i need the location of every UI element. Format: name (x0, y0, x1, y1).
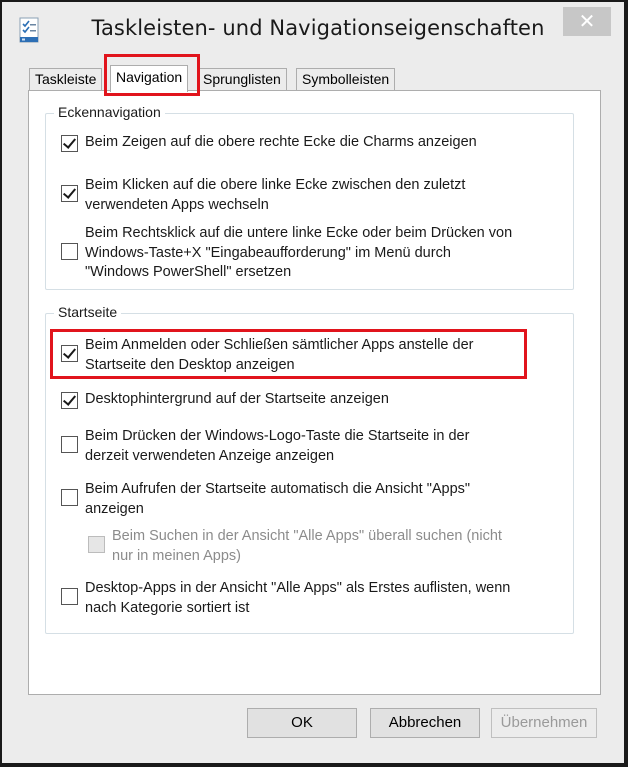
ok-button[interactable]: OK (247, 708, 357, 738)
checkbox-label: Beim Klicken auf die obere linke Ecke zw… (85, 177, 466, 213)
checkbox-row-desktop-background[interactable]: Desktophintergrund auf der Startseite an… (61, 390, 581, 414)
navigation-tab-panel: Eckennavigation Beim Zeigen auf die ober… (28, 90, 601, 695)
checkbox-row-search-everywhere: Beim Suchen in der Ansicht "Alle Apps" ü… (88, 527, 558, 569)
checkbox-desktop-background[interactable] (61, 392, 78, 409)
cancel-button[interactable]: Abbrechen (370, 708, 480, 738)
checkbox-label: Beim Rechtsklick auf die untere linke Ec… (85, 225, 513, 280)
checkbox-search-everywhere (88, 536, 105, 553)
checkbox-label: Beim Aufrufen der Startseite automatisch… (85, 481, 471, 517)
checkbox-row-desktop-apps-first[interactable]: Desktop-Apps in der Ansicht "Alle Apps" … (61, 579, 581, 621)
tab-highlight-annotation (104, 54, 200, 96)
checkbox-label: Desktop-Apps in der Ansicht "Alle Apps" … (85, 580, 511, 616)
close-icon: ✕ (578, 9, 596, 33)
window-title: Taskleisten- und Navigationseigenschafte… (91, 16, 545, 40)
title-bar[interactable]: Taskleisten- und Navigationseigenschafte… (2, 2, 624, 60)
checkbox-row-charms[interactable]: Beim Zeigen auf die obere rechte Ecke di… (61, 133, 581, 157)
tab-symbolleisten[interactable]: Symbolleisten (296, 68, 396, 91)
checkbox-row-powershell[interactable]: Beim Rechtsklick auf die untere linke Ec… (61, 224, 581, 284)
close-button[interactable]: ✕ (563, 7, 611, 36)
checkbox-apps-view[interactable] (61, 489, 78, 506)
group-title-startseite: Startseite (54, 304, 122, 320)
checkbox-row-apps-view[interactable]: Beim Aufrufen der Startseite automatisch… (61, 480, 581, 522)
checkbox-desktop-apps-first[interactable] (61, 588, 78, 605)
apply-button: Übernehmen (491, 708, 597, 738)
checkbox-powershell[interactable] (61, 243, 78, 260)
corner-navigation-group: Eckennavigation Beim Zeigen auf die ober… (45, 104, 574, 290)
checkbox-charms[interactable] (61, 135, 78, 152)
tab-taskleiste[interactable]: Taskleiste (29, 68, 103, 91)
checkbox-label: Beim Zeigen auf die obere rechte Ecke di… (85, 134, 477, 150)
checkbox-recent-apps[interactable] (61, 185, 78, 202)
group-title-eckennavigation: Eckennavigation (54, 104, 165, 120)
checkbox-windows-key-display[interactable] (61, 436, 78, 453)
dialog-window: Taskleisten- und Navigationseigenschafte… (0, 0, 628, 767)
checkbox-row-windows-key-display[interactable]: Beim Drücken der Windows-Logo-Taste die … (61, 427, 581, 469)
checkbox-label: Beim Suchen in der Ansicht "Alle Apps" ü… (112, 528, 502, 564)
tab-sprunglisten[interactable]: Sprunglisten (197, 68, 287, 91)
option-highlight-annotation (50, 329, 527, 379)
checkbox-row-recent-apps[interactable]: Beim Klicken auf die obere linke Ecke zw… (61, 176, 581, 218)
checkbox-label: Beim Drücken der Windows-Logo-Taste die … (85, 428, 470, 464)
checkbox-label: Desktophintergrund auf der Startseite an… (85, 391, 389, 407)
